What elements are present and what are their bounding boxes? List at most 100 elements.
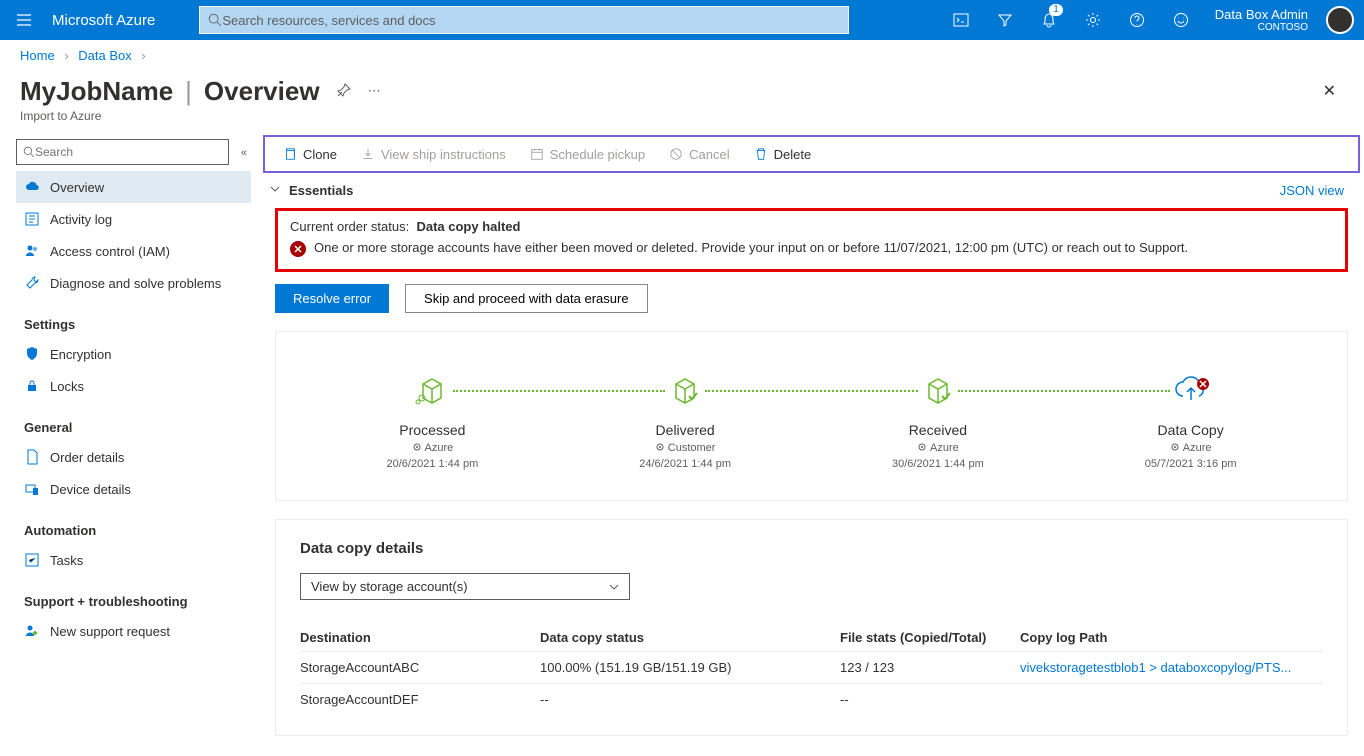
gear-icon (1085, 12, 1101, 28)
cancel-button: Cancel (659, 143, 739, 166)
sidebar-section-settings: Settings (16, 299, 251, 338)
delete-button[interactable]: Delete (744, 143, 822, 166)
table-row: StorageAccountABC 100.00% (151.19 GB/151… (300, 651, 1323, 683)
json-view-link[interactable]: JSON view (1280, 183, 1344, 198)
avatar[interactable] (1326, 6, 1354, 34)
global-search-input[interactable] (222, 13, 840, 28)
data-copy-details: Data copy details View by storage accoun… (275, 519, 1348, 736)
timeline-card: Processed Azure 20/6/2021 1:44 pm Delive… (275, 331, 1348, 501)
trash-icon (754, 147, 768, 161)
page-title: MyJobName (20, 76, 173, 107)
status-alert: Current order status: Data copy halted ✕… (275, 208, 1348, 272)
chevron-down-icon (269, 183, 281, 195)
search-icon (208, 13, 222, 27)
timeline-step-datacopy: Data Copy Azure 05/7/2021 3:16 pm (1064, 368, 1317, 470)
status-line: Current order status: Data copy halted (290, 219, 1333, 234)
help-icon (1129, 12, 1145, 28)
people-icon (24, 243, 40, 259)
timeline-step-received: Received Azure 30/6/2021 1:44 pm (812, 368, 1065, 470)
hamburger-icon (16, 12, 32, 28)
sidebar-item-overview[interactable]: Overview (16, 171, 251, 203)
details-header: Data copy details (300, 540, 1323, 557)
log-icon (24, 211, 40, 227)
schedule-pickup-button: Schedule pickup (520, 143, 655, 166)
settings-button[interactable] (1071, 0, 1115, 40)
cloud-shell-icon (953, 12, 969, 28)
support-icon (24, 623, 40, 639)
filter-icon (997, 12, 1013, 28)
location-icon (655, 443, 665, 453)
sidebar-item-encryption[interactable]: Encryption (16, 338, 251, 370)
copy-log-link[interactable]: vivekstoragetestblob1 > databoxcopylog/P… (1020, 660, 1323, 675)
status-value: Data copy halted (416, 219, 520, 234)
search-icon (23, 146, 35, 158)
feedback-button[interactable] (1159, 0, 1203, 40)
status-message: One or more storage accounts have either… (314, 240, 1188, 255)
notification-badge: 1 (1049, 4, 1063, 16)
download-icon (361, 147, 375, 161)
sidebar-item-order-details[interactable]: Order details (16, 441, 251, 473)
hamburger-menu-button[interactable] (0, 0, 48, 40)
error-icon: ✕ (290, 241, 306, 257)
sidebar-item-activity-log[interactable]: Activity log (16, 203, 251, 235)
chevron-right-icon: › (58, 48, 74, 63)
user-org: CONTOSO (1215, 22, 1308, 33)
global-search[interactable] (199, 6, 849, 34)
user-name: Data Box Admin (1215, 7, 1308, 22)
tasks-icon (24, 552, 40, 568)
pin-button[interactable] (336, 82, 352, 101)
cancel-icon (669, 147, 683, 161)
sidebar-item-device-details[interactable]: Device details (16, 473, 251, 505)
sidebar-item-diagnose[interactable]: Diagnose and solve problems (16, 267, 251, 299)
essentials-toggle[interactable] (269, 183, 289, 198)
brand-label: Microsoft Azure (48, 12, 171, 29)
location-icon (1170, 443, 1180, 453)
page-subtitle: Import to Azure (0, 109, 1364, 135)
collapse-sidebar-button[interactable]: « (237, 147, 251, 159)
directory-filter-button[interactable] (983, 0, 1027, 40)
chevron-down-icon (609, 582, 619, 592)
breadcrumb-databox[interactable]: Data Box (78, 48, 131, 63)
page-title-row: MyJobName | Overview ⋯ ✕ (0, 71, 1364, 109)
more-button[interactable]: ⋯ (368, 83, 381, 99)
view-ship-button: View ship instructions (351, 143, 516, 166)
calendar-icon (530, 147, 544, 161)
skip-erasure-button[interactable]: Skip and proceed with data erasure (405, 284, 648, 313)
lock-icon (24, 378, 40, 394)
sidebar: « Overview Activity log Access control (… (0, 135, 255, 756)
sidebar-section-automation: Automation (16, 505, 251, 544)
cloud-upload-error-icon (1169, 368, 1213, 412)
essentials-label: Essentials (289, 183, 1280, 198)
essentials-header: Essentials JSON view (255, 173, 1364, 204)
top-bar: Microsoft Azure 1 Data Box Admin CONTOSO (0, 0, 1364, 40)
command-bar: Clone View ship instructions Schedule pi… (263, 135, 1360, 173)
timeline-step-delivered: Delivered Customer 24/6/2021 1:44 pm (559, 368, 812, 470)
table-header: Destination Data copy status File stats … (300, 624, 1323, 651)
chevron-right-icon: › (135, 48, 151, 63)
page-section: Overview (204, 76, 320, 107)
sidebar-item-support-request[interactable]: New support request (16, 615, 251, 647)
sidebar-search-input[interactable] (35, 145, 222, 159)
sidebar-item-tasks[interactable]: Tasks (16, 544, 251, 576)
user-account[interactable]: Data Box Admin CONTOSO (1203, 7, 1316, 33)
close-button[interactable]: ✕ (1315, 73, 1344, 109)
shield-icon (24, 346, 40, 362)
sidebar-search[interactable] (16, 139, 229, 165)
help-button[interactable] (1115, 0, 1159, 40)
cloud-shell-button[interactable] (939, 0, 983, 40)
clone-button[interactable]: Clone (273, 143, 347, 166)
table-row: StorageAccountDEF -- -- (300, 683, 1323, 715)
sidebar-item-locks[interactable]: Locks (16, 370, 251, 402)
device-icon (24, 481, 40, 497)
location-icon (412, 443, 422, 453)
sidebar-item-access-control[interactable]: Access control (IAM) (16, 235, 251, 267)
notifications-button[interactable]: 1 (1027, 0, 1071, 40)
timeline-step-processed: Processed Azure 20/6/2021 1:44 pm (306, 368, 559, 470)
view-by-select[interactable]: View by storage account(s) (300, 573, 630, 600)
pin-icon (336, 82, 352, 98)
resolve-error-button[interactable]: Resolve error (275, 284, 389, 313)
box-received-icon (916, 368, 960, 412)
content-area: Clone View ship instructions Schedule pi… (255, 135, 1364, 756)
sidebar-section-support: Support + troubleshooting (16, 576, 251, 615)
breadcrumb-home[interactable]: Home (20, 48, 55, 63)
